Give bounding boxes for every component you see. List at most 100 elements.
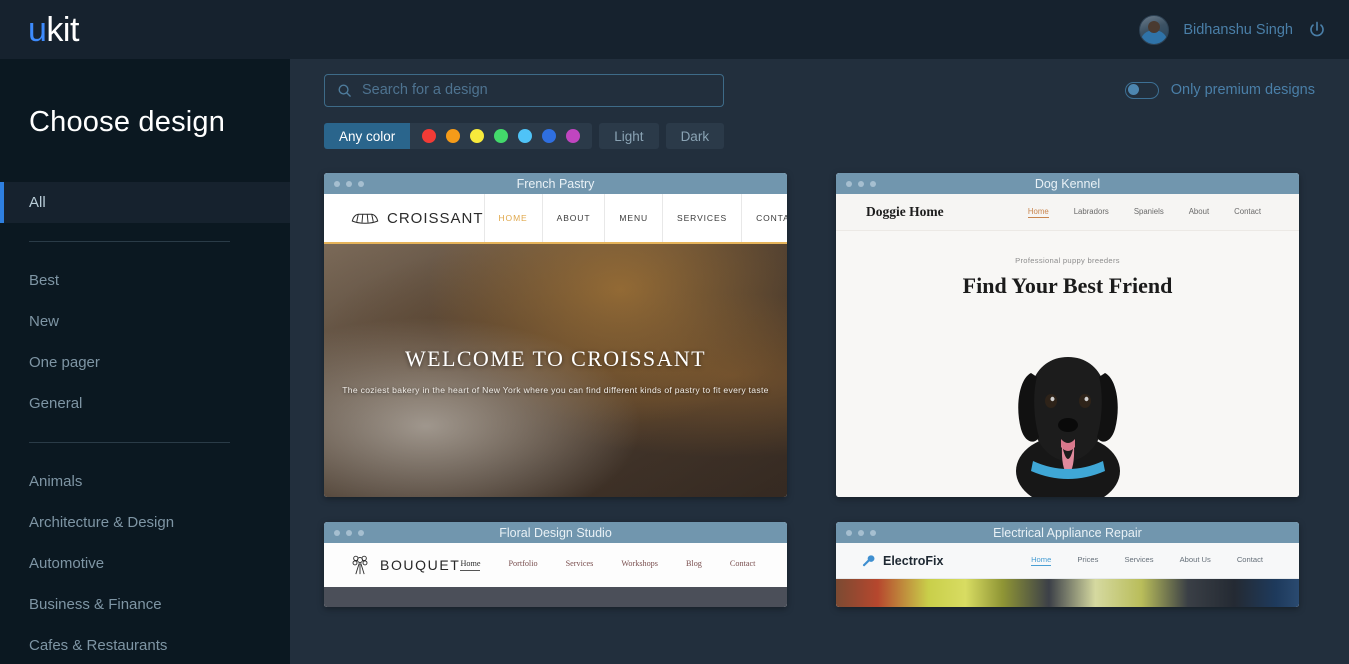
design-title: Electrical Appliance Repair (993, 525, 1142, 540)
color-swatch-orange[interactable] (446, 129, 461, 143)
preview-nav-prices: Prices (1077, 555, 1099, 564)
toggle-track[interactable] (1124, 81, 1159, 99)
color-swatch-green[interactable] (494, 129, 509, 143)
avatar[interactable] (1139, 14, 1170, 45)
preview-nav-labradors: Labradors (1073, 206, 1109, 216)
croissant-icon (351, 213, 379, 224)
sidebar: Choose design All Best New One pager Gen… (0, 59, 290, 664)
sidebar-item-label: One pager (29, 354, 100, 371)
design-card[interactable]: Floral Design Studio BOUQUET Home Portfo… (324, 522, 787, 607)
search-box[interactable] (324, 73, 724, 107)
preview-nav-home: HOME (483, 194, 542, 242)
window-dots-icon (846, 529, 876, 536)
color-filter-group: Any color (324, 123, 593, 149)
search-input[interactable] (352, 82, 723, 98)
any-color-chip[interactable]: Any color (324, 123, 411, 149)
preview-logo: CROISSANT (350, 210, 484, 227)
design-card[interactable]: French Pastry CROISSANT HOME ABOUT MENU (324, 173, 787, 497)
dark-filter-chip[interactable]: Dark (665, 123, 725, 149)
sidebar-item-label: All (29, 194, 46, 211)
preview-logo-text: ElectroFix (883, 553, 944, 568)
card-title-bar: French Pastry (324, 173, 787, 194)
sidebar-item-label: General (29, 395, 83, 412)
design-card[interactable]: Dog Kennel Doggie Home Home Labradors Sp… (836, 173, 1299, 497)
sidebar-item-cafes-restaurants[interactable]: Cafes & Restaurants (0, 625, 290, 664)
preview-logo: ElectroFix (862, 554, 943, 568)
design-card[interactable]: Electrical Appliance Repair ElectroFix H… (836, 522, 1299, 607)
search-icon (338, 84, 351, 97)
card-title-bar: Electrical Appliance Repair (836, 522, 1299, 543)
card-title-bar: Floral Design Studio (324, 522, 787, 543)
sidebar-item-label: Cafes & Restaurants (29, 637, 168, 654)
sidebar-item-label: Animals (29, 473, 83, 490)
sidebar-item-label: New (29, 313, 60, 330)
sidebar-item-new[interactable]: New (0, 301, 290, 342)
sidebar-item-label: Architecture & Design (29, 514, 175, 531)
design-title: French Pastry (516, 176, 595, 191)
power-icon[interactable] (1307, 20, 1327, 40)
preview-nav-spaniels: Spaniels (1133, 206, 1164, 216)
sidebar-item-automotive[interactable]: Automotive (0, 543, 290, 584)
sidebar-item-architecture-design[interactable]: Architecture & Design (0, 502, 290, 543)
preview-nav-about: About (1188, 206, 1210, 216)
light-filter-chip[interactable]: Light (599, 123, 659, 149)
window-dots-icon (846, 180, 876, 187)
preview-nav-contact: Contact (1234, 206, 1261, 216)
design-title: Dog Kennel (1034, 176, 1101, 191)
window-dots-icon (334, 180, 364, 187)
toggle-knob (1127, 84, 1139, 95)
preview-nav-about: ABOUT (541, 194, 605, 242)
window-dots-icon (334, 529, 364, 536)
sidebar-item-best[interactable]: Best (0, 260, 290, 301)
color-swatches (410, 123, 593, 149)
sidebar-item-one-pager[interactable]: One pager (0, 342, 290, 383)
design-preview: Doggie Home Home Labradors Spaniels Abou… (836, 194, 1299, 497)
preview-nav-home: Home (1031, 555, 1052, 566)
design-title: Floral Design Studio (499, 525, 612, 540)
category-nav: All Best New One pager General Animals A… (0, 182, 290, 664)
design-preview: BOUQUET Home Portfolio Services Workshop… (324, 543, 787, 607)
app-logo[interactable]: ukit (28, 13, 79, 47)
preview-nav-contact: Contact (1236, 555, 1263, 564)
toolbar: Only premium designs (290, 59, 1349, 121)
sidebar-item-general[interactable]: General (0, 383, 290, 424)
sidebar-item-all[interactable]: All (0, 182, 290, 223)
premium-toggle[interactable]: Only premium designs (1124, 81, 1315, 99)
preview-nav-services: Services (565, 559, 594, 568)
top-bar: ukit Bidhanshu Singh (0, 0, 1349, 59)
card-title-bar: Dog Kennel (836, 173, 1299, 194)
color-swatch-blue[interactable] (542, 129, 557, 143)
preview-menu: Home Labradors Spaniels About Contact (1027, 206, 1261, 218)
color-swatch-red[interactable] (422, 129, 437, 143)
premium-toggle-label: Only premium designs (1170, 82, 1315, 98)
sidebar-item-label: Best (29, 272, 60, 289)
color-swatch-magenta[interactable] (566, 129, 581, 143)
wrench-icon (862, 555, 875, 567)
preview-logo-text: Doggie Home (866, 204, 944, 219)
preview-nav-menu: MENU (604, 194, 662, 242)
preview-menu: Home Prices Services About Us Contact (1031, 555, 1263, 566)
preview-logo: BOUQUET (350, 554, 460, 576)
sidebar-item-animals[interactable]: Animals (0, 461, 290, 502)
preview-nav: ElectroFix Home Prices Services About Us… (836, 543, 1299, 579)
account-name[interactable]: Bidhanshu Singh (1183, 22, 1293, 38)
color-swatch-yellow[interactable] (470, 129, 485, 143)
preview-nav-workshops: Workshops (621, 559, 658, 568)
preview-heading: WELCOME TO CROISSANT (405, 346, 706, 371)
preview-hero (324, 587, 787, 607)
preview-hero (836, 579, 1299, 607)
preview-nav-blog: Blog (685, 559, 702, 568)
preview-logo-text: BOUQUET (380, 557, 461, 573)
account-area: Bidhanshu Singh (1139, 14, 1327, 45)
preview-menu: Home Portfolio Services Workshops Blog C… (460, 559, 755, 571)
preview-subheading: The coziest bakery in the heart of New Y… (342, 385, 769, 395)
preview-kicker: Professional puppy breeders (1015, 256, 1120, 265)
design-grid: French Pastry CROISSANT HOME ABOUT MENU (290, 173, 1349, 607)
preview-menu: HOME ABOUT MENU SERVICES CONTACT (483, 194, 787, 242)
sidebar-item-business-finance[interactable]: Business & Finance (0, 584, 290, 625)
color-swatch-light-blue[interactable] (518, 129, 533, 143)
preview-nav-home: Home (1027, 206, 1049, 218)
preview-nav-portfolio: Portfolio (508, 559, 538, 568)
